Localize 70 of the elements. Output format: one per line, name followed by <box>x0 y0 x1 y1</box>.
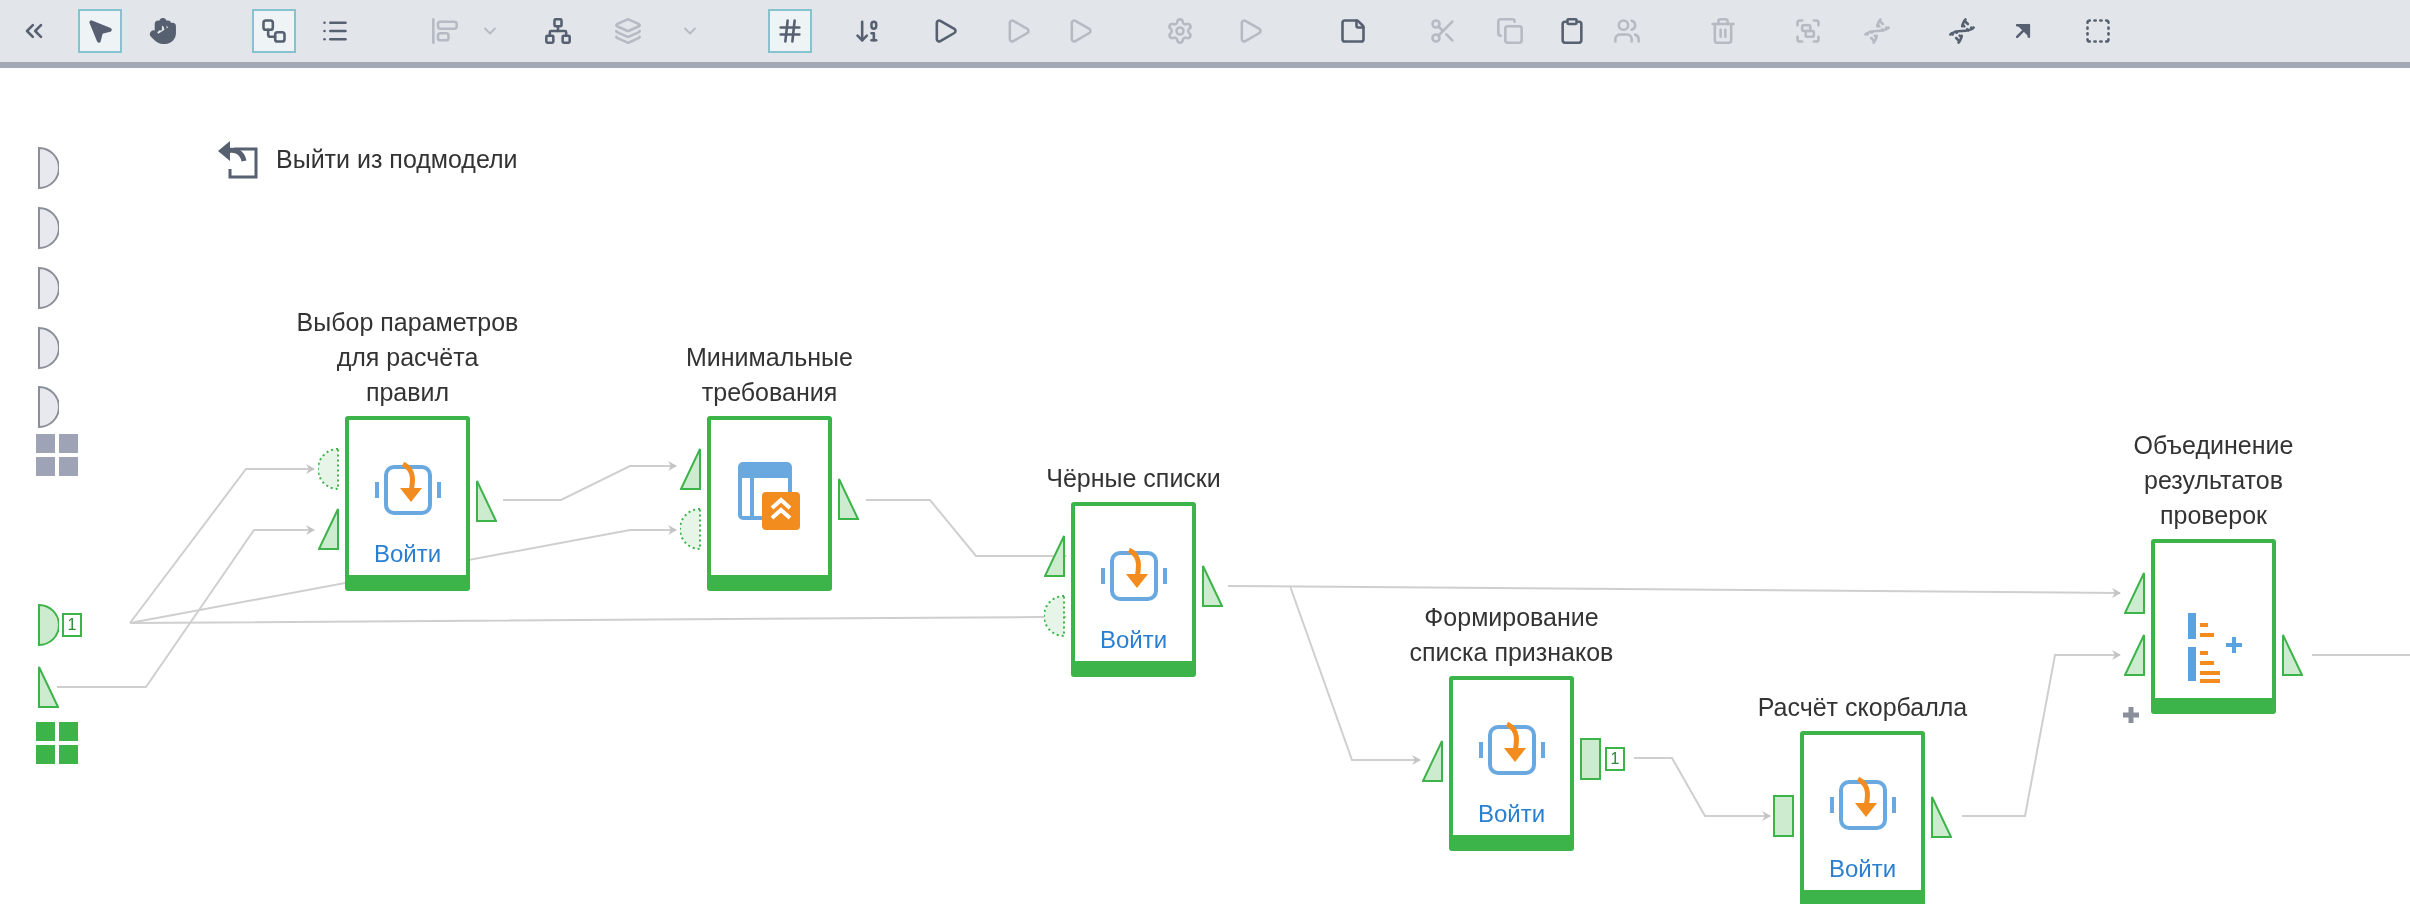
clipboard-icon <box>1558 17 1586 45</box>
settings-icon <box>1166 17 1194 45</box>
port-triangle[interactable] <box>680 448 701 490</box>
exit-submodel-link[interactable]: Выйти из подмодели <box>218 139 518 179</box>
port-number: 1 <box>1605 747 1625 771</box>
model-port[interactable] <box>38 604 59 646</box>
enter-icon <box>1098 548 1169 604</box>
node-card[interactable] <box>1449 676 1574 851</box>
model-port[interactable] <box>38 267 59 309</box>
port-triangle[interactable] <box>2124 572 2145 614</box>
exit-submodel-label: Выйти из подмодели <box>276 144 518 174</box>
enter-link[interactable]: Войти <box>1828 855 1897 883</box>
node-title: Чёрные списки <box>1045 463 1222 494</box>
diagram-icon <box>260 17 288 45</box>
hand-icon <box>149 17 177 45</box>
exit-icon <box>218 139 260 179</box>
port-triangle[interactable] <box>318 508 339 550</box>
model-port[interactable] <box>38 666 59 708</box>
grid-icon[interactable] <box>36 722 78 764</box>
node-title: Расчёт скорбалла <box>1756 692 1969 723</box>
pointer-icon <box>86 17 114 45</box>
model-port[interactable] <box>38 327 59 369</box>
selection-icon <box>2084 17 2112 45</box>
enter-link[interactable]: Войти <box>373 540 442 568</box>
node-title: Минимальные требования <box>685 342 854 408</box>
node-card[interactable] <box>1071 502 1196 677</box>
scissors-icon <box>1429 17 1457 45</box>
port-triangle[interactable] <box>1422 740 1443 782</box>
enter-link[interactable]: Войти <box>1099 626 1168 654</box>
node-card[interactable] <box>2151 539 2276 714</box>
model-port[interactable] <box>38 386 59 428</box>
node-title: Выбор параметров для расчёта правил <box>295 307 520 408</box>
node-card[interactable] <box>1800 731 1925 904</box>
enter-icon <box>372 462 443 518</box>
dna-icon <box>1948 17 1976 45</box>
add-input-icon[interactable] <box>2122 706 2140 724</box>
enter-link[interactable]: Войти <box>1477 800 1546 828</box>
pointer-tool[interactable] <box>78 9 122 53</box>
copy-icon <box>1496 17 1524 45</box>
port-triangle[interactable] <box>2124 634 2145 676</box>
hash-icon <box>776 17 804 45</box>
model-port[interactable] <box>38 147 59 189</box>
layers-icon <box>614 17 642 45</box>
enter-icon <box>1827 777 1898 833</box>
port-triangle[interactable] <box>1202 565 1223 607</box>
align-icon <box>431 17 459 45</box>
port-number: 1 <box>62 613 82 637</box>
node-card[interactable] <box>345 416 470 591</box>
hash-tool[interactable] <box>768 9 812 53</box>
port-triangle[interactable] <box>2282 634 2303 676</box>
port-triangle[interactable] <box>838 478 859 520</box>
port-triangle[interactable] <box>476 480 497 522</box>
dna-icon <box>1863 17 1891 45</box>
node-title: Объединение результатов проверок <box>2132 430 2295 531</box>
people-icon <box>1613 17 1641 45</box>
table-icon <box>737 462 802 532</box>
trash-icon <box>1709 17 1737 45</box>
node-title: Формирование списка признаков <box>1408 602 1615 668</box>
group-icon <box>1794 17 1822 45</box>
network-icon <box>544 17 572 45</box>
port-rect[interactable] <box>1773 795 1794 837</box>
port-triangle[interactable] <box>1044 535 1065 577</box>
enter-icon <box>1476 722 1547 778</box>
port-rect[interactable] <box>1580 738 1601 780</box>
merge-icon <box>2185 611 2242 685</box>
diagram-tool[interactable] <box>252 9 296 53</box>
note-icon <box>1339 17 1367 45</box>
port-triangle[interactable] <box>1931 796 1952 838</box>
grid-icon[interactable] <box>36 434 78 476</box>
model-port[interactable] <box>38 207 59 249</box>
